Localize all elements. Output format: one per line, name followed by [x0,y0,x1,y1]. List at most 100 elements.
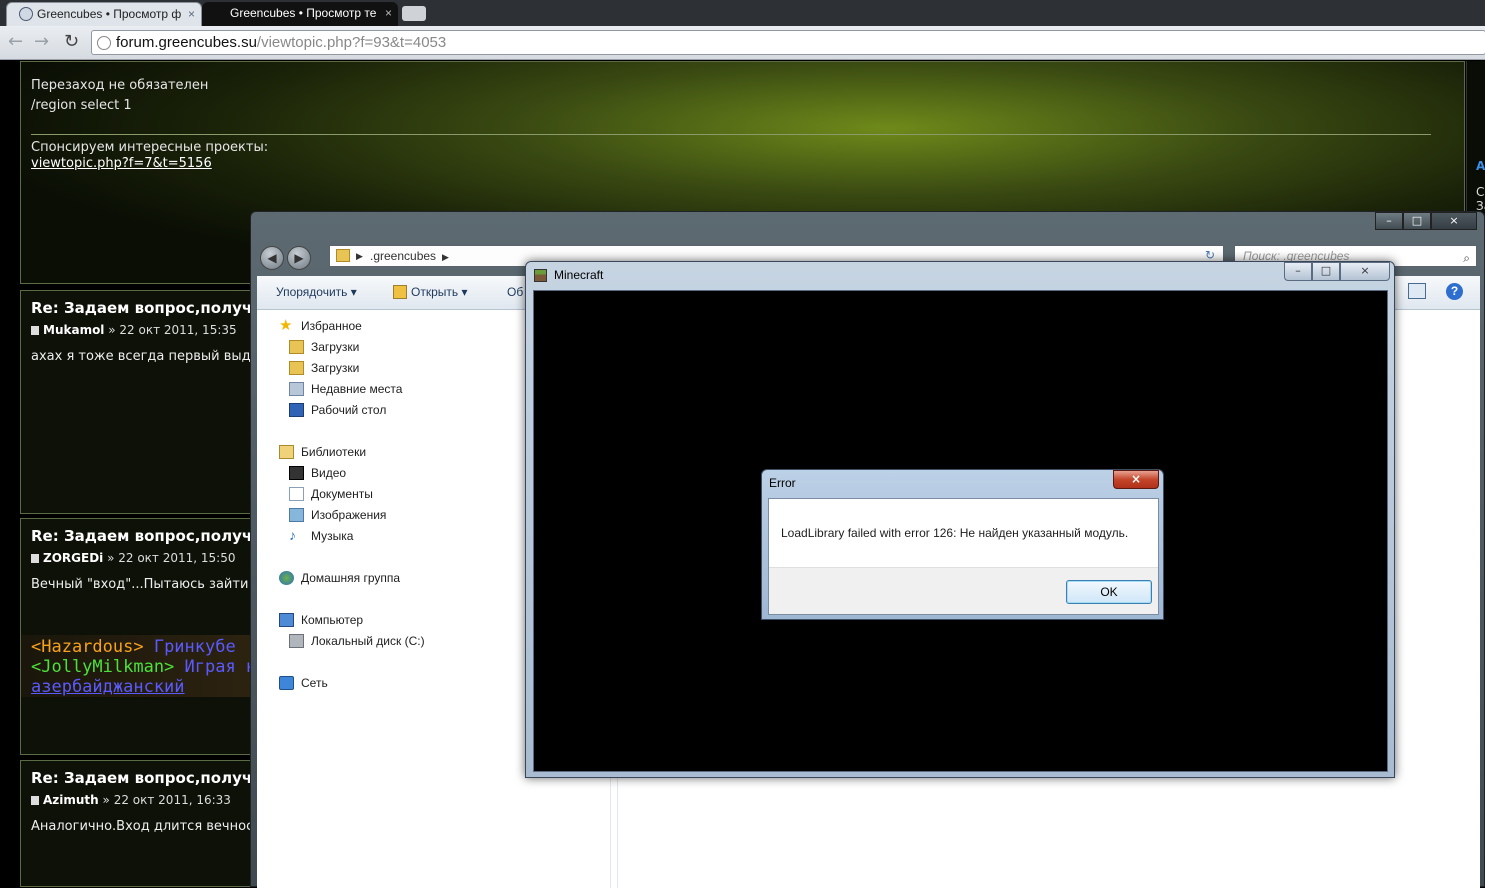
organize-menu[interactable]: Упорядочить ▾ [276,285,357,299]
tab-close-icon[interactable]: × [385,2,392,24]
post-body: Аналогично.Вход длится вечность [31,819,269,834]
post-icon [31,796,39,805]
window-title: Minecraft [554,268,604,282]
homegroup-icon [279,571,294,585]
network-icon [279,676,294,690]
tab-greencubes-2[interactable]: Greencubes • Просмотр те × [202,2,398,26]
nav-item-libraries[interactable]: Библиотеки [279,445,366,459]
browser-tab-strip: Greencubes • Просмотр ф × Greencubes • П… [0,0,1485,26]
preview-pane-icon[interactable] [1408,283,1426,299]
nav-item-local-disk[interactable]: Локальный диск (C:) [289,634,425,648]
tab-close-icon[interactable]: × [188,3,195,25]
post-icon [31,554,39,563]
chat-text: Играя н [174,657,257,677]
music-icon: ♪ [289,527,296,543]
tab-label: Greencubes • Просмотр те [230,6,377,20]
url-host: forum.greencubes.su [116,34,257,51]
nav-item-desktop[interactable]: Рабочий стол [289,403,386,417]
tab-label: Greencubes • Просмотр ф [37,7,182,21]
nav-item-downloads[interactable]: Загрузки [289,361,359,375]
drive-icon [289,634,304,648]
forum-post: Re: Задаем вопрос,получа Mukamol » 22 ок… [20,290,267,514]
globe-icon [19,7,33,21]
post-title[interactable]: Re: Задаем вопрос,получа [31,299,262,317]
post-title[interactable]: Re: Задаем вопрос,получа [31,527,262,545]
chat-screenshot: <Hazardous> Гринкубе <JollyMilkman> Игра… [31,637,256,697]
browser-toolbar: ← → ↻ forum.greencubes.su/viewtopic.php?… [0,26,1485,60]
side-text: A [1476,159,1485,173]
desktop-icon [289,403,304,417]
post-author[interactable]: Mukamol [43,323,104,337]
close-button[interactable]: × [1340,262,1390,281]
back-arrow-icon[interactable]: ← [8,32,23,52]
post-date: » 22 окт 2011, 15:35 [104,323,237,337]
nav-item-favorites[interactable]: ★ Избранное [279,317,362,334]
dialog-title: Error [769,476,796,490]
post-icon [31,326,39,335]
post-title[interactable]: Re: Задаем вопрос,получа [31,769,262,787]
folder-icon [336,249,350,262]
forum-post: Re: Задаем вопрос,получа Azimuth » 22 ок… [20,760,268,887]
chat-name: <JollyMilkman> [31,657,175,677]
divider [31,134,1431,135]
nav-item-network[interactable]: Сеть [279,676,328,690]
breadcrumb-separator-icon[interactable]: ▶ [442,252,449,262]
minimize-button[interactable]: – [1284,262,1312,281]
video-icon [289,466,304,480]
tab-greencubes-1[interactable]: Greencubes • Просмотр ф × [6,2,202,26]
libraries-icon [279,445,294,459]
breadcrumb-separator-icon[interactable]: ▶ [356,246,363,266]
forum-post: Re: Задаем вопрос,получа ZORGEDi » 22 ок… [20,518,269,755]
nav-item-downloads[interactable]: Загрузки [289,340,359,354]
dialog-footer: OK [769,567,1158,614]
ok-button[interactable]: OK [1066,580,1152,604]
forward-arrow-icon[interactable]: → [34,32,49,52]
forward-icon[interactable]: ▶ [287,246,311,270]
address-bar[interactable]: forum.greencubes.su/viewtopic.php?f=93&t… [91,30,1485,55]
explorer-nav-buttons: ◀ ▶ [260,246,320,272]
maximize-button[interactable]: □ [1403,212,1431,230]
search-icon[interactable]: ⌕ [1463,248,1470,268]
breadcrumb-folder[interactable]: .greencubes [370,249,436,263]
nav-item-documents[interactable]: Документы [289,487,373,501]
open-icon [393,285,407,299]
folder-icon [289,340,304,354]
chat-name: <Hazardous> [31,637,144,657]
dialog-close-button[interactable]: × [1113,470,1159,489]
folder-icon [289,361,304,375]
chat-text: азербайджанский [31,677,185,697]
post-body: ахах я тоже всегда первый выдел [31,349,267,364]
minimize-button[interactable]: – [1375,212,1403,230]
page-icon [97,36,111,50]
nav-item-video[interactable]: Видео [289,466,346,480]
post-text: Спонсируем интересные проекты: [31,140,269,155]
post-date: » 22 окт 2011, 15:50 [103,551,236,565]
post-date: » 22 окт 2011, 16:33 [98,793,231,807]
maximize-button[interactable]: □ [1312,262,1340,281]
minecraft-grass-icon [534,269,547,282]
error-message: LoadLibrary failed with error 126: Не на… [781,526,1129,540]
share-menu[interactable]: Об [507,285,523,299]
help-icon[interactable]: ? [1446,283,1463,300]
url-path: /viewtopic.php?f=93&t=4053 [256,34,447,51]
error-dialog: Error × LoadLibrary failed with error 12… [761,469,1164,620]
close-button[interactable]: × [1431,212,1477,230]
post-text: Перезаход не обязателен [31,78,209,93]
sponsor-link[interactable]: viewtopic.php?f=7&t=5156 [31,156,212,171]
back-icon[interactable]: ◀ [260,246,284,270]
nav-item-homegroup[interactable]: Домашняя группа [279,571,400,585]
nav-item-recent-places[interactable]: Недавние места [289,382,402,396]
recent-places-icon [289,382,304,396]
nav-item-computer[interactable]: Компьютер [279,613,363,627]
post-body: Вечный "вход"...Пытаюсь зайти на [31,577,270,592]
new-tab-button[interactable] [402,6,426,21]
star-icon: ★ [279,317,293,334]
open-menu[interactable]: Открыть ▾ [393,285,467,299]
post-author[interactable]: ZORGEDi [43,551,103,565]
nav-item-images[interactable]: Изображения [289,508,386,522]
images-icon [289,508,304,522]
nav-item-music[interactable]: ♪ Музыка [289,527,353,543]
reload-icon[interactable]: ↻ [64,32,79,52]
post-author[interactable]: Azimuth [43,793,99,807]
post-meta: Azimuth » 22 окт 2011, 16:33 [31,793,231,807]
